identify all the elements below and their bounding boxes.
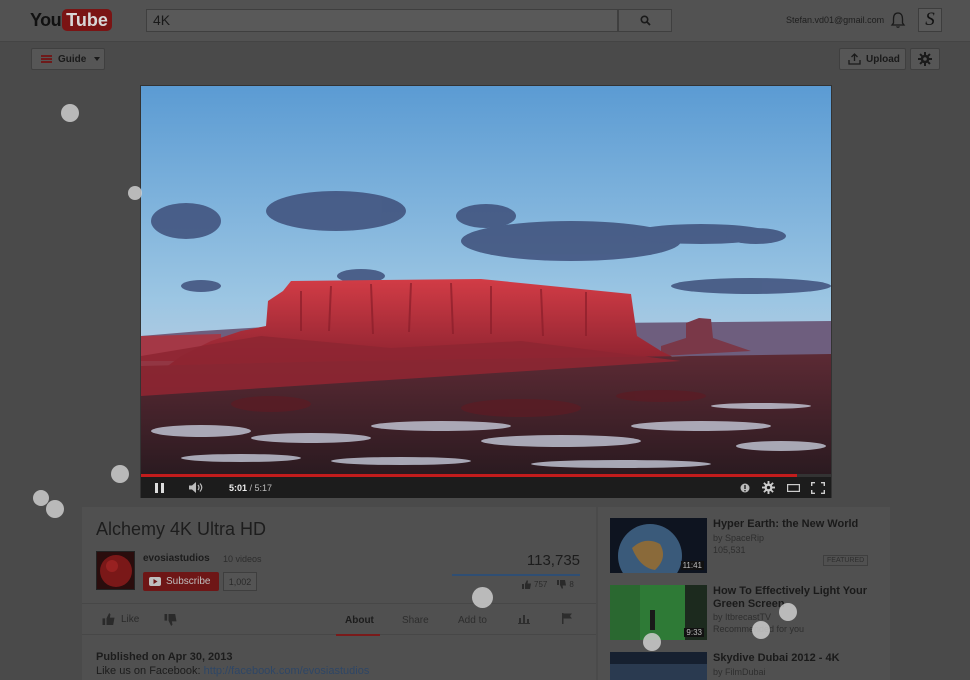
like-count: 757 [534, 580, 548, 589]
flag-icon [562, 613, 572, 624]
video-views: 105,531 [713, 545, 746, 555]
touch-indicator [472, 587, 493, 608]
youtube-play-icon [149, 577, 161, 586]
stats-icon [518, 615, 530, 624]
view-count: 113,735 [526, 552, 580, 569]
like-ratio-bar [452, 574, 580, 576]
dislike-count-group: 8 [557, 580, 574, 589]
thumbs-up-icon [102, 613, 115, 625]
time-display: 5:01 / 5:17 [229, 483, 272, 493]
volume-icon [189, 482, 203, 493]
skydive-thumbnail-image [610, 652, 707, 680]
video-author: by SpaceRip [713, 533, 765, 543]
video-title-link[interactable]: How To Effectively Light Your Green Scre… [713, 585, 883, 611]
video-author: by FilmDubai [713, 667, 766, 677]
tab-about[interactable]: About [345, 615, 374, 626]
avatar[interactable]: S [918, 8, 942, 32]
thumbs-up-icon [522, 580, 531, 589]
video-info-panel: Alchemy 4K Ultra HD evosiastudios 10 vid… [82, 507, 596, 680]
dislike-count: 8 [569, 580, 574, 589]
channel-avatar[interactable] [96, 551, 135, 590]
duration: / 5:17 [249, 482, 273, 493]
subscribe-button[interactable]: Subscribe [143, 572, 219, 591]
dislike-button[interactable] [164, 613, 177, 631]
video-thumbnail[interactable]: 9:33 [610, 585, 707, 640]
video-frame-image [141, 86, 831, 476]
like-label: Like [121, 613, 140, 625]
channel-name[interactable]: evosiastudios [143, 553, 210, 564]
video-title-link[interactable]: Hyper Earth: the New World [713, 518, 883, 531]
like-dislike-counts: 757 8 [522, 580, 574, 589]
description-line: Like us on Facebook: http://facebook.com… [96, 665, 369, 677]
volume-button[interactable] [177, 477, 217, 498]
action-bar: Like About Share Add to [82, 603, 596, 636]
annotations-button[interactable] [735, 477, 755, 498]
tab-report[interactable] [562, 613, 573, 627]
hamburger-icon [41, 55, 52, 63]
fullscreen-icon [811, 481, 825, 494]
quality-settings-button[interactable] [755, 477, 781, 498]
channel-video-count[interactable]: 10 videos [223, 554, 262, 564]
thumbs-down-icon [557, 580, 567, 589]
chevron-down-icon [94, 57, 101, 61]
guide-label: Guide [58, 53, 87, 65]
touch-indicator [46, 500, 64, 518]
pause-icon [154, 482, 164, 493]
theater-mode-button[interactable] [781, 477, 805, 498]
tab-stats[interactable] [518, 613, 530, 627]
facebook-link[interactable]: http://facebook.com/evosiastudios [204, 665, 370, 677]
like-count-group: 757 [522, 580, 547, 589]
theater-mode-icon [786, 483, 800, 492]
youtube-logo[interactable]: You Tube [30, 9, 112, 31]
touch-indicator [643, 633, 661, 651]
tab-add-to[interactable]: Add to [458, 615, 487, 626]
list-item[interactable]: Skydive Dubai 2012 - 4K by FilmDubai [610, 652, 880, 680]
logo-you-text: You [30, 9, 62, 30]
user-email[interactable]: Stefan.vd01@gmail.com [786, 15, 884, 25]
touch-indicator [128, 186, 142, 200]
active-tab-indicator [336, 634, 380, 636]
search-input[interactable]: 4K [146, 9, 618, 32]
player-controls: 5:01 / 5:17 [141, 477, 831, 498]
current-time: 5:01 [229, 482, 248, 493]
featured-badge: FEATURED [823, 555, 869, 566]
subscribe-label: Subscribe [166, 576, 211, 587]
touch-indicator [111, 465, 129, 483]
description-prefix: Like us on Facebook: [96, 665, 201, 677]
settings-button[interactable] [910, 48, 940, 70]
video-thumbnail[interactable] [610, 652, 707, 680]
video-frame[interactable] [141, 86, 831, 476]
touch-indicator [61, 104, 79, 122]
upload-label: Upload [866, 53, 900, 65]
info-icon [740, 483, 750, 492]
video-title: Alchemy 4K Ultra HD [96, 519, 267, 539]
gear-icon [918, 52, 932, 66]
search-icon [639, 15, 651, 26]
masthead: You Tube 4K Stefan.vd01@gmail.com S [0, 0, 970, 42]
video-duration: 9:33 [684, 628, 704, 637]
upload-icon [848, 53, 861, 65]
channel-avatar-image [100, 555, 132, 587]
notification-bell-icon[interactable] [890, 11, 906, 29]
video-duration: 11:41 [680, 561, 704, 570]
video-title-link[interactable]: Skydive Dubai 2012 - 4K [713, 652, 883, 665]
like-button[interactable]: Like [102, 613, 139, 625]
publish-date: Published on Apr 30, 2013 [96, 651, 233, 663]
search-button[interactable] [618, 9, 672, 32]
guide-button[interactable]: Guide [31, 48, 105, 70]
video-thumbnail[interactable]: 11:41 [610, 518, 707, 573]
logo-tube-text: Tube [62, 9, 112, 31]
subscriber-count: 1,002 [223, 572, 257, 591]
touch-indicator [752, 621, 770, 639]
upload-button[interactable]: Upload [839, 48, 906, 70]
video-player[interactable]: 5:01 / 5:17 [140, 85, 832, 498]
tab-share[interactable]: Share [402, 615, 429, 626]
touch-indicator [779, 603, 797, 621]
gear-icon [761, 481, 775, 494]
thumbs-down-icon [164, 614, 177, 626]
list-item[interactable]: 11:41 Hyper Earth: the New World by Spac… [610, 518, 880, 576]
recommendations-sidebar: 11:41 Hyper Earth: the New World by Spac… [598, 507, 890, 680]
fullscreen-button[interactable] [805, 477, 831, 498]
pause-button[interactable] [141, 477, 177, 498]
